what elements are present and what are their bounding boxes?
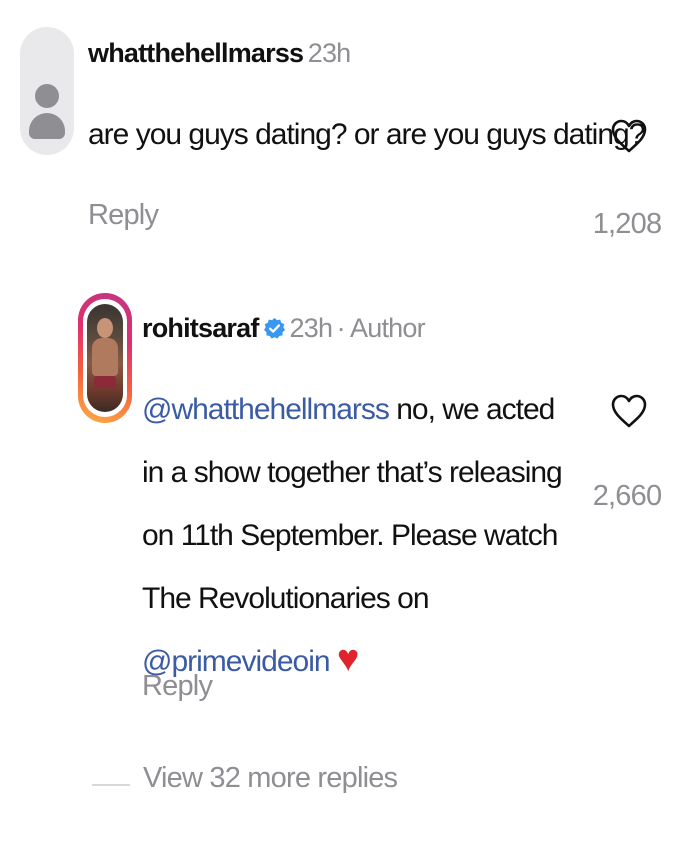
photo-figure-shorts [94, 376, 116, 388]
reply-body-text: no, we acted in a show together that’s r… [142, 393, 563, 615]
like-count[interactable]: 1,208 [587, 208, 667, 241]
comment-username[interactable]: whatthehellmarss [88, 38, 304, 68]
default-avatar-head-icon [35, 84, 59, 108]
author-tag: · Author [336, 313, 426, 343]
reply-like-count[interactable]: 2,660 [587, 480, 667, 513]
red-heart-emoji: ♥ [336, 638, 360, 680]
reply-button-author[interactable]: Reply [142, 670, 213, 703]
mention-link[interactable]: @whatthehellmarss [142, 393, 390, 426]
photo-figure-body [92, 338, 118, 376]
verified-badge-icon [263, 317, 285, 339]
comment-timestamp: 23h [307, 38, 351, 68]
like-heart-icon-reply[interactable] [611, 394, 647, 428]
reply-text: @whatthehellmarss no, we acted in a show… [142, 378, 582, 693]
like-heart-icon[interactable] [611, 119, 647, 153]
reply-username[interactable]: rohitsaraf [142, 313, 259, 343]
author-avatar-story-ring[interactable] [78, 293, 132, 423]
reply-button[interactable]: Reply [88, 199, 159, 232]
author-photo [87, 304, 123, 412]
comment-header: whatthehellmarss 23h [88, 38, 351, 69]
commenter-avatar[interactable] [20, 27, 74, 155]
thread-line [92, 784, 130, 786]
reply-timestamp: 23h [289, 313, 333, 343]
photo-figure-head [97, 318, 113, 338]
comment-text: are you guys dating? or are you guys dat… [88, 118, 645, 151]
default-avatar-body-icon [29, 113, 65, 139]
reply-header: rohitsaraf 23h · Author [142, 313, 426, 344]
view-more-replies-button[interactable]: View 32 more replies [143, 762, 398, 795]
